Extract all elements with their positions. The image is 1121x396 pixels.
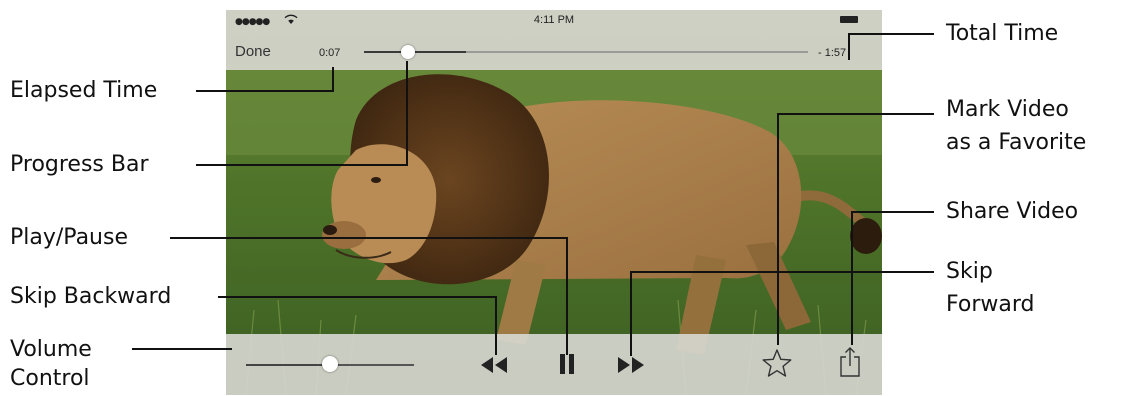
callout-favorite-line2: as a Favorite <box>946 130 1087 155</box>
leader-skip-backward <box>218 296 497 355</box>
callout-favorite-line1: Mark Video <box>946 97 1069 122</box>
callout-skip-forward-line2: Forward <box>946 292 1035 317</box>
leader-progress-bar <box>196 61 408 166</box>
callout-play-pause: Play/Pause <box>10 225 128 250</box>
callout-progress-bar: Progress Bar <box>10 152 149 177</box>
callout-skip-forward-line1: Skip <box>946 259 993 284</box>
leader-favorite <box>777 113 934 345</box>
callout-volume-line1: Volume <box>10 337 92 362</box>
callout-volume-line2: Control <box>10 366 90 391</box>
leader-share <box>851 211 934 345</box>
leader-skip-forward <box>630 271 934 356</box>
callout-elapsed-time: Elapsed Time <box>10 78 158 103</box>
callout-share-video: Share Video <box>946 199 1079 224</box>
leader-total-time <box>848 33 934 60</box>
callout-skip-backward: Skip Backward <box>10 284 172 309</box>
leader-elapsed-time <box>196 67 334 92</box>
callout-total-time: Total Time <box>946 21 1059 46</box>
